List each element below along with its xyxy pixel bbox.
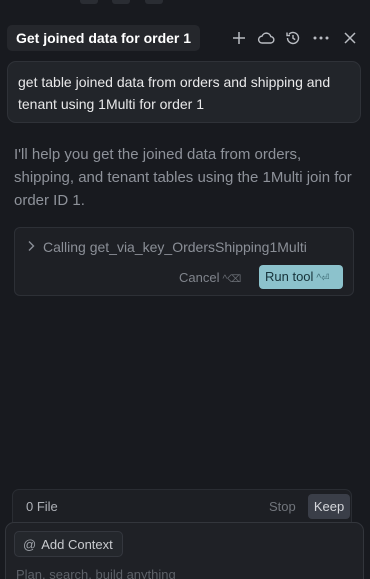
cancel-label: Cancel — [179, 270, 220, 285]
keep-button[interactable]: Keep — [308, 494, 350, 519]
more-icon[interactable] — [311, 27, 331, 49]
plus-icon[interactable] — [229, 27, 249, 49]
run-tool-shortcut: ^⏎ — [316, 273, 330, 284]
toolbar-icon[interactable] — [112, 0, 130, 4]
tool-call-label: Calling get_via_key_OrdersShipping1Multi — [43, 239, 307, 255]
user-message[interactable]: get table joined data from orders and sh… — [7, 61, 361, 123]
close-icon[interactable] — [340, 27, 360, 49]
history-icon[interactable] — [283, 27, 303, 49]
stop-button[interactable]: Stop — [269, 499, 296, 514]
run-tool-label: Run tool — [265, 269, 314, 284]
run-tool-button[interactable]: Run tool ^⏎ — [259, 265, 343, 289]
tool-call-card: Calling get_via_key_OrdersShipping1Multi… — [14, 227, 354, 296]
cancel-button[interactable]: Cancel ^⌫ — [179, 270, 241, 285]
top-toolbar-remnant — [0, 0, 370, 6]
chevron-right-icon — [27, 239, 35, 255]
add-context-label: Add Context — [41, 536, 113, 552]
at-sign-icon: @ — [23, 536, 37, 552]
assistant-message: I'll help you get the joined data from o… — [14, 146, 352, 209]
file-changes-bar: 0 File Stop Keep — [12, 489, 352, 523]
chat-title-tab[interactable]: Get joined data for order 1 — [7, 25, 201, 51]
cloud-icon[interactable] — [256, 27, 276, 49]
chat-composer[interactable]: @ Add Context Plan, search, build anythi… — [5, 522, 364, 579]
file-count[interactable]: 0 File — [26, 499, 58, 514]
composer-placeholder[interactable]: Plan, search, build anything — [16, 567, 176, 579]
cancel-shortcut: ^⌫ — [222, 274, 242, 285]
tool-call-header[interactable]: Calling get_via_key_OrdersShipping1Multi — [27, 239, 307, 255]
toolbar-icon[interactable] — [145, 0, 163, 4]
add-context-button[interactable]: @ Add Context — [14, 531, 123, 557]
toolbar-icon[interactable] — [80, 0, 98, 4]
chat-header: Get joined data for order 1 — [0, 22, 370, 56]
